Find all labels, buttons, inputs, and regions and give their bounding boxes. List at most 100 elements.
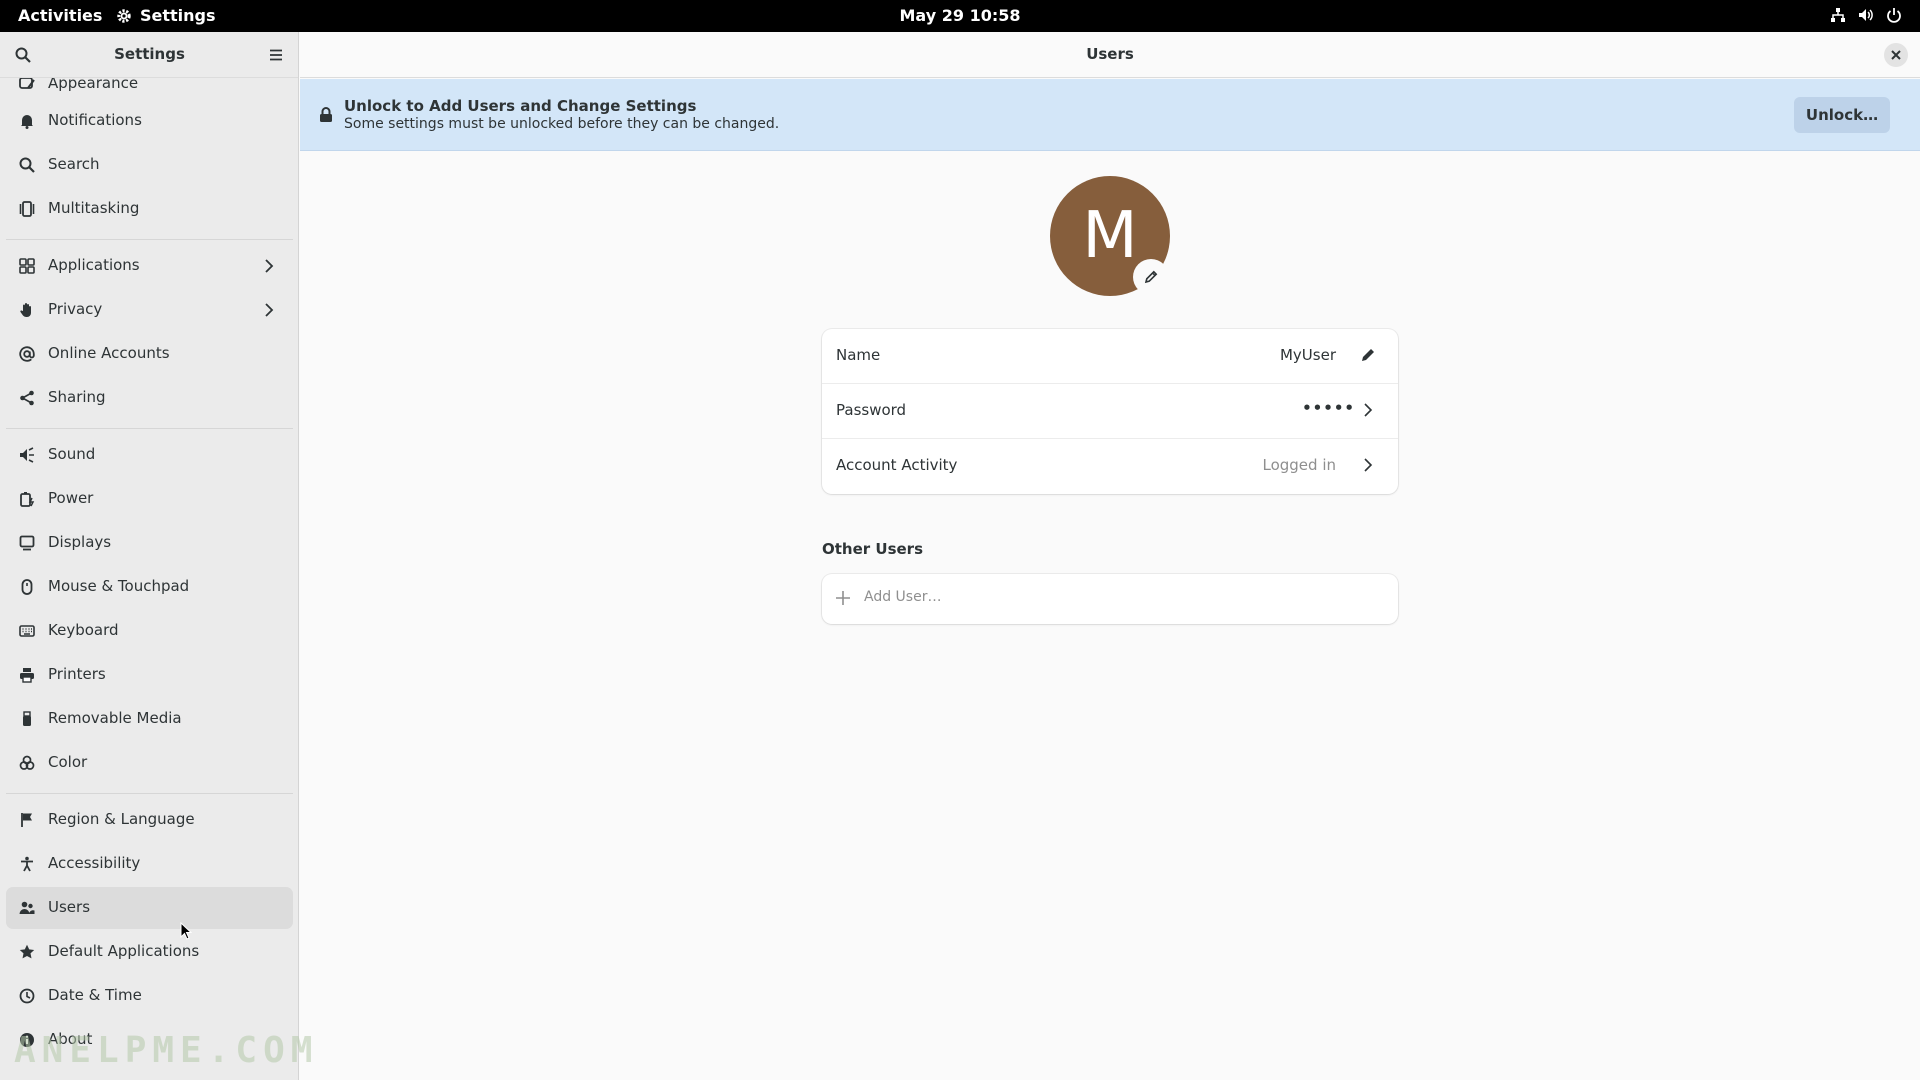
unlock-banner: Unlock to Add Users and Change Settings … <box>300 79 1920 151</box>
chevron-right-icon <box>265 303 274 317</box>
sidebar-item-privacy[interactable]: Privacy <box>6 289 293 331</box>
unlock-button[interactable]: Unlock… <box>1794 97 1890 133</box>
sidebar-item-sharing[interactable]: Sharing <box>6 377 293 419</box>
star-icon <box>19 944 35 959</box>
hand-icon <box>20 303 31 317</box>
edit-name-button[interactable] <box>1360 347 1376 367</box>
sidebar-item-label: Displays <box>48 533 112 551</box>
sidebar-item-applications[interactable]: Applications <box>6 245 293 287</box>
avatar-edit-button[interactable] <box>1133 259 1169 295</box>
hamburger-icon <box>270 49 282 61</box>
sidebar-item-about[interactable]: About <box>6 1019 293 1061</box>
activities-button[interactable]: Activities <box>18 6 102 25</box>
sidebar: Settings Appearance Notifications Search… <box>0 32 299 1080</box>
sidebar-item-label: Accessibility <box>48 854 141 872</box>
sidebar-item-removable-media[interactable]: Removable Media <box>6 698 293 740</box>
password-value: ••••• <box>1302 399 1355 417</box>
sidebar-item-label: Default Applications <box>48 942 200 960</box>
speaker-icon <box>20 447 34 463</box>
banner-title: Unlock to Add Users and Change Settings <box>344 97 697 115</box>
power-icon <box>1887 8 1901 23</box>
sidebar-item-label: Notifications <box>48 111 142 129</box>
sidebar-separator <box>6 428 293 429</box>
account-activity-row[interactable]: Account Activity Logged in <box>822 439 1398 494</box>
sidebar-item-default-applications[interactable]: Default Applications <box>6 931 293 973</box>
close-button[interactable] <box>1884 43 1908 67</box>
account-activity-value: Logged in <box>1262 456 1336 474</box>
network-icon <box>1831 8 1845 22</box>
page-title: Users <box>1086 45 1134 63</box>
keyboard-icon <box>19 625 35 637</box>
sidebar-item-label: Sound <box>48 445 96 463</box>
sidebar-item-date-time[interactable]: Date & Time <box>6 975 293 1017</box>
top-bar: Activities Settings May 29 10:58 <box>0 0 1920 32</box>
chevron-right-icon <box>1360 457 1376 477</box>
main-menu-button[interactable] <box>263 42 289 68</box>
sidebar-item-label: Privacy <box>48 300 103 318</box>
sidebar-item-label: Online Accounts <box>48 344 170 362</box>
sidebar-item-sound[interactable]: Sound <box>6 434 293 476</box>
sidebar-item-label: Power <box>48 489 94 507</box>
pencil-icon <box>1144 270 1158 284</box>
lock-icon <box>320 107 332 122</box>
pencil-icon <box>1362 349 1374 361</box>
main-header: Users <box>300 32 1920 78</box>
at-icon <box>19 346 35 362</box>
bell-icon <box>21 115 33 129</box>
sidebar-item-notifications[interactable]: Notifications <box>6 100 293 142</box>
sidebar-item-label: Keyboard <box>48 621 119 639</box>
sidebar-item-region-language[interactable]: Region & Language <box>6 799 293 841</box>
sidebar-item-users[interactable]: Users <box>6 887 293 929</box>
chevron-right-icon <box>265 259 274 273</box>
password-row[interactable]: Password ••••• <box>822 384 1398 439</box>
other-users-heading: Other Users <box>822 540 924 558</box>
password-label: Password <box>836 401 907 419</box>
app-name: Settings <box>140 6 216 25</box>
applications-icon <box>19 258 35 274</box>
name-row: Name MyUser <box>822 329 1398 384</box>
sidebar-item-label: Multitasking <box>48 199 140 217</box>
sidebar-header: Settings <box>0 32 298 78</box>
banner-subtitle: Some settings must be unlocked before th… <box>344 116 780 132</box>
printer-icon <box>20 668 34 683</box>
app-menu[interactable]: Settings <box>116 6 216 25</box>
account-activity-label: Account Activity <box>836 456 958 474</box>
color-icon <box>19 755 35 770</box>
users-icon <box>19 901 35 914</box>
sidebar-separator <box>6 239 293 240</box>
sidebar-item-printers[interactable]: Printers <box>6 654 293 696</box>
volume-icon <box>1859 9 1873 21</box>
sidebar-item-online-accounts[interactable]: Online Accounts <box>6 333 293 375</box>
account-details: Name MyUser Password ••••• Account Activ… <box>822 329 1398 494</box>
clock[interactable]: May 29 10:58 <box>900 6 1021 25</box>
sidebar-item-label: Region & Language <box>48 810 195 828</box>
other-users-list: Add User… <box>822 574 1398 624</box>
display-icon <box>19 535 35 551</box>
sidebar-item-color[interactable]: Color <box>6 742 293 784</box>
sidebar-item-label: Search <box>48 155 100 173</box>
sidebar-item-label: Applications <box>48 256 140 274</box>
flag-icon <box>21 813 32 827</box>
sidebar-item-search[interactable]: Search <box>6 144 293 186</box>
add-user-label: Add User… <box>864 589 942 605</box>
sidebar-item-displays[interactable]: Displays <box>6 522 293 564</box>
clock-icon <box>19 988 35 1004</box>
sidebar-item-multitasking[interactable]: Multitasking <box>6 188 293 230</box>
name-value: MyUser <box>1279 346 1336 364</box>
sidebar-item-label: Mouse & Touchpad <box>48 577 190 595</box>
main-panel: Users Unlock to Add Users and Change Set… <box>300 32 1920 1080</box>
close-icon <box>1891 50 1901 60</box>
search-icon <box>19 157 35 173</box>
sidebar-item-accessibility[interactable]: Accessibility <box>6 843 293 885</box>
sidebar-item-label: Printers <box>48 665 106 683</box>
system-tray[interactable] <box>1830 7 1902 23</box>
chevron-right-icon <box>1360 402 1376 422</box>
add-user-button[interactable]: Add User… <box>822 574 1398 624</box>
sidebar-item-mouse-touchpad[interactable]: Mouse & Touchpad <box>6 566 293 608</box>
battery-icon <box>20 492 35 507</box>
sidebar-item-label: Sharing <box>48 388 106 406</box>
plus-icon <box>836 591 850 605</box>
gear-icon <box>117 8 131 23</box>
sidebar-item-power[interactable]: Power <box>6 478 293 520</box>
sidebar-item-keyboard[interactable]: Keyboard <box>6 610 293 652</box>
